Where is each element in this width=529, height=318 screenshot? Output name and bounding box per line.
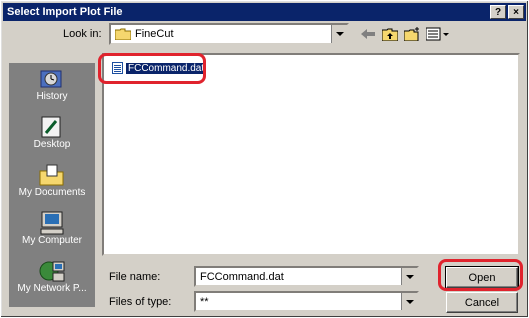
file-name-input[interactable]: FCCommand.dat [194, 266, 419, 287]
chevron-down-icon[interactable] [331, 25, 347, 43]
file-type-value: ** [200, 295, 209, 308]
new-folder-icon[interactable] [403, 26, 421, 42]
dialog-title: Select Import Plot File [7, 6, 123, 18]
help-button[interactable]: ? [490, 5, 506, 19]
place-label-my-computer: My Computer [21, 235, 82, 246]
place-my-computer[interactable]: My Computer [9, 207, 95, 255]
look-in-value: FineCut [135, 28, 174, 40]
my-documents-icon [39, 163, 65, 187]
cancel-button[interactable]: Cancel [446, 292, 518, 313]
history-icon [39, 67, 65, 91]
up-folder-icon[interactable] [381, 26, 399, 42]
title-bar: Select Import Plot File ? × [3, 3, 526, 21]
place-label-my-network: My Network P... [17, 283, 87, 294]
chevron-down-icon[interactable] [401, 268, 417, 285]
view-menu-icon[interactable] [425, 26, 451, 42]
places-bar: History Desktop My Documents My Computer… [9, 63, 95, 307]
place-my-documents[interactable]: My Documents [9, 159, 95, 207]
folder-icon [114, 28, 132, 41]
look-in-dropdown[interactable]: FineCut [109, 23, 349, 45]
file-name-label: File name: [109, 271, 161, 283]
close-button[interactable]: × [508, 5, 524, 19]
file-type-dropdown[interactable]: ** [194, 291, 419, 312]
file-type-label: Files of type: [109, 296, 172, 308]
place-label-my-documents: My Documents [18, 187, 86, 198]
my-computer-icon [39, 211, 65, 235]
chevron-down-icon[interactable] [401, 293, 417, 310]
place-label-desktop: Desktop [33, 139, 71, 150]
place-label-history: History [36, 91, 68, 102]
network-icon [39, 259, 65, 283]
look-in-label: Look in: [63, 28, 102, 40]
place-desktop[interactable]: Desktop [9, 111, 95, 159]
place-history[interactable]: History [9, 63, 95, 111]
back-icon[interactable] [359, 26, 377, 42]
file-name-value: FCCommand.dat [200, 270, 284, 283]
place-my-network[interactable]: My Network P... [9, 255, 95, 303]
file-highlight-outline [98, 53, 206, 84]
open-highlight-outline [438, 259, 523, 291]
desktop-icon [39, 115, 65, 139]
